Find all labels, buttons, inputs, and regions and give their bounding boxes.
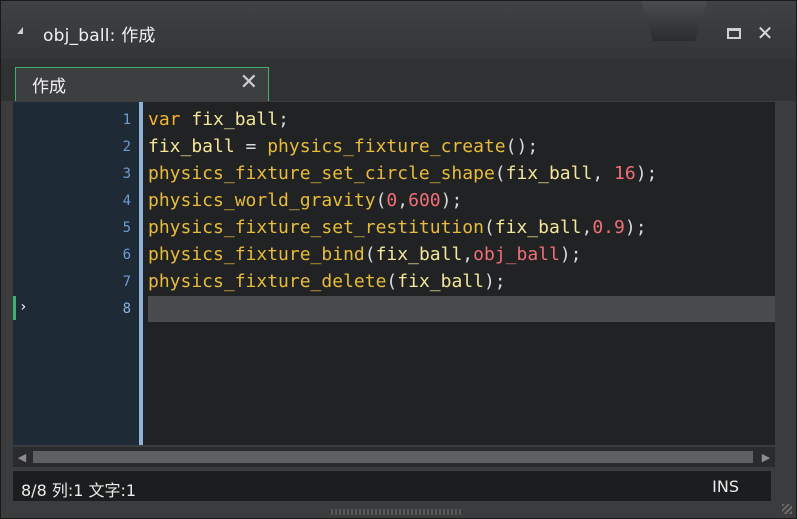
code-token: fix_ball — [505, 163, 593, 184]
code-token: ( — [364, 244, 376, 265]
code-line[interactable]: physics_world_gravity(0,600); — [148, 187, 462, 214]
code-token: ); — [440, 190, 463, 211]
line-number-gutter: › 1 2 3 4 5 6 7 8 — [13, 102, 139, 445]
code-editor-window: obj_ball: 作成 ✕ 作成 ✕ › 1 2 3 4 5 6 7 8 var fix_b… — [0, 0, 797, 519]
code-token: 0.9 — [592, 217, 625, 238]
code-line[interactable]: var fix_ball; — [148, 106, 289, 133]
code-token: fix_ball — [397, 271, 484, 292]
line-number: 1 — [122, 112, 131, 128]
code-token: ); — [624, 217, 647, 238]
line-number: 3 — [122, 166, 131, 182]
code-line[interactable]: physics_fixture_delete(fix_ball); — [148, 268, 506, 295]
tab-label: 作成 — [32, 77, 66, 97]
maximize-button[interactable] — [724, 23, 744, 43]
code-token: ; — [278, 109, 289, 130]
code-token: , — [592, 163, 615, 184]
horizontal-scrollbar[interactable]: ◀ ▶ — [13, 447, 775, 467]
current-line-arrow-icon: › — [19, 299, 28, 315]
code-token: physics_fixture_set_restitution — [148, 217, 484, 238]
scrollbar-thumb[interactable] — [33, 451, 753, 463]
code-token: ( — [483, 217, 495, 238]
code-token: ( — [375, 190, 387, 211]
scroll-left-arrow-icon[interactable]: ◀ — [13, 447, 31, 467]
code-area[interactable]: var fix_ball; fix_ball = physics_fixture_… — [148, 102, 775, 445]
code-token: fix_ball — [494, 217, 582, 238]
code-token: physics_fixture_delete — [148, 271, 387, 292]
code-token: physics_fixture_bind — [148, 244, 365, 265]
maximize-icon — [727, 27, 741, 39]
code-token: ( — [386, 271, 398, 292]
code-token: physics_world_gravity — [148, 190, 376, 211]
insert-mode-status: INS — [712, 477, 739, 496]
tab-close-icon[interactable]: ✕ — [240, 70, 258, 95]
current-line-marker — [13, 296, 16, 320]
status-bar: 8/8 列:1 文字:1 INS — [13, 471, 771, 501]
code-token: ); — [559, 244, 582, 265]
line-number: 4 — [122, 193, 131, 209]
code-token: physics_fixture_set_circle_shape — [148, 163, 495, 184]
collapse-triangle-icon[interactable] — [17, 27, 23, 34]
code-token: = — [234, 136, 268, 157]
code-line[interactable]: fix_ball = physics_fixture_create(); — [148, 133, 538, 160]
code-token: fix_ball — [148, 136, 235, 157]
code-token: obj_ball — [473, 244, 560, 265]
code-line[interactable]: physics_fixture_set_restitution(fix_ball… — [148, 214, 647, 241]
code-token: ( — [494, 163, 506, 184]
code-token: , — [462, 244, 474, 265]
code-token: 0 — [386, 190, 398, 211]
line-number: 8 — [122, 301, 131, 317]
code-token: physics_fixture_create — [267, 136, 506, 157]
code-token: , — [581, 217, 593, 238]
close-icon: ✕ — [756, 21, 774, 45]
code-token: fix_ball — [375, 244, 463, 265]
resize-corner-icon[interactable] — [782, 504, 792, 514]
code-token: 16 — [614, 163, 636, 184]
line-number: 2 — [122, 139, 131, 155]
tab-bar: 作成 ✕ — [1, 59, 796, 101]
code-line[interactable]: physics_fixture_set_circle_shape(fix_bal… — [148, 160, 657, 187]
code-token: fix_ball — [191, 109, 279, 130]
line-number: 6 — [122, 247, 131, 263]
code-token: (); — [505, 136, 539, 157]
gutter-divider — [139, 102, 143, 445]
window-title: obj_ball: 作成 — [43, 26, 156, 46]
title-bar-notch — [641, 1, 707, 41]
title-bar[interactable]: obj_ball: 作成 ✕ — [1, 1, 796, 59]
cursor-position-status: 8/8 列:1 文字:1 — [21, 481, 137, 500]
resize-grip[interactable] — [331, 509, 461, 515]
scroll-right-arrow-icon[interactable]: ▶ — [757, 447, 775, 467]
code-token: 600 — [408, 190, 441, 211]
code-token: var — [148, 109, 181, 130]
current-line-highlight — [148, 296, 775, 322]
code-token: , — [397, 190, 409, 211]
code-token: ); — [635, 163, 658, 184]
line-number: 5 — [122, 220, 131, 236]
code-editor[interactable]: › 12345678 var fix_ball; fix_ball = physi… — [13, 102, 775, 445]
code-token: ); — [483, 271, 506, 292]
code-line[interactable]: physics_fixture_bind(fix_ball,obj_ball); — [148, 241, 582, 268]
line-number: 7 — [122, 274, 131, 290]
tab-create[interactable]: 作成 ✕ — [15, 67, 269, 101]
close-button[interactable]: ✕ — [755, 21, 775, 45]
